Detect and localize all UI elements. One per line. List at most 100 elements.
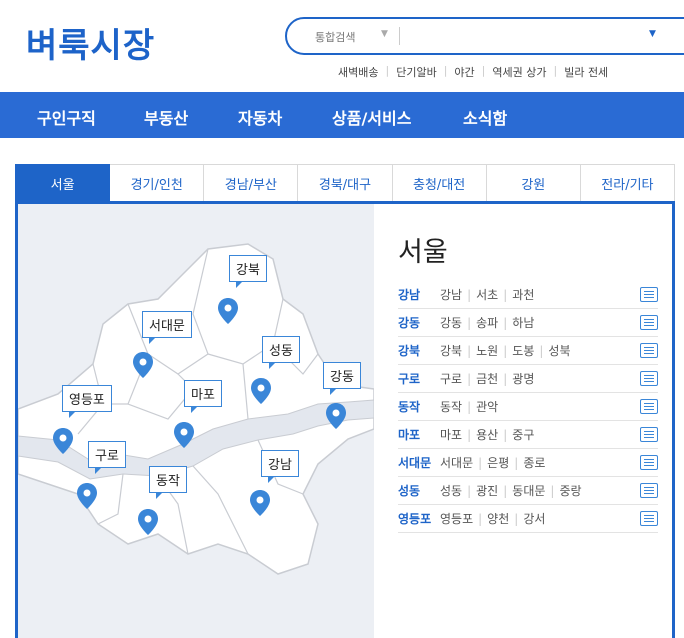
district-sublink[interactable]: 강북 xyxy=(440,344,462,358)
sublink-separator: | xyxy=(514,512,519,526)
map-label-dongjak[interactable]: 동작 xyxy=(149,466,187,499)
map-label-mapo[interactable]: 마포 xyxy=(184,380,222,413)
district-sublinks: 강남 | 서초 | 과천 xyxy=(440,286,534,303)
district-sublinks: 서대문 | 은평 | 종로 xyxy=(440,454,545,471)
search-bar: 통합검색 ▼ ▼ xyxy=(285,17,684,55)
district-sublinks: 강동 | 송파 | 하남 xyxy=(440,314,534,331)
list-view-icon[interactable] xyxy=(640,455,658,470)
nav-item-inbox[interactable]: 소식함 xyxy=(463,105,507,129)
map-label-gangbuk[interactable]: 강북 xyxy=(229,255,267,288)
district-name[interactable]: 강동 xyxy=(398,314,440,331)
tab-seoul[interactable]: 서울 xyxy=(15,164,111,201)
tab-chungcheong-daejeon[interactable]: 충청/대전 xyxy=(392,164,487,201)
quick-link-separator: | xyxy=(385,64,390,77)
district-sublink[interactable]: 구로 xyxy=(440,372,462,386)
quick-link[interactable]: 역세권 상가 xyxy=(492,64,546,80)
quick-link[interactable]: 새벽배송 xyxy=(338,64,378,80)
chevron-down-icon[interactable]: ▼ xyxy=(381,29,388,39)
tab-gyeongnam-busan[interactable]: 경남/부산 xyxy=(204,164,299,201)
sublink-separator: | xyxy=(467,344,472,358)
search-divider xyxy=(399,27,400,45)
nav-item-jobs[interactable]: 구인구직 xyxy=(37,105,96,129)
quick-link[interactable]: 단기알바 xyxy=(396,64,436,80)
quick-link[interactable]: 빌라 전세 xyxy=(564,64,608,80)
district-sublink[interactable]: 중구 xyxy=(512,428,534,442)
quick-link-separator: | xyxy=(553,64,558,77)
city-title: 서울 xyxy=(398,237,448,268)
sublink-separator: | xyxy=(467,288,472,302)
district-row: 강남 강남 | 서초 | 과천 xyxy=(398,281,658,309)
list-view-icon[interactable] xyxy=(640,511,658,526)
nav-item-real-estate[interactable]: 부동산 xyxy=(144,105,188,129)
district-sublink[interactable]: 서초 xyxy=(476,288,498,302)
district-row: 마포 마포 | 용산 | 중구 xyxy=(398,421,658,449)
district-sublink[interactable]: 강남 xyxy=(440,288,462,302)
district-sublink[interactable]: 하남 xyxy=(512,316,534,330)
district-sublink[interactable]: 성동 xyxy=(440,484,462,498)
list-view-icon[interactable] xyxy=(640,343,658,358)
district-row: 강동 강동 | 송파 | 하남 xyxy=(398,309,658,337)
map-label-yeongdeungpo[interactable]: 영등포 xyxy=(62,385,112,418)
district-sublink[interactable]: 관악 xyxy=(476,400,498,414)
district-sublink[interactable]: 은평 xyxy=(487,456,509,470)
search-category-select[interactable]: 통합검색 xyxy=(315,29,355,45)
search-input[interactable] xyxy=(405,25,645,47)
district-sublink[interactable]: 동대문 xyxy=(512,484,545,498)
district-sublink[interactable]: 송파 xyxy=(476,316,498,330)
tab-gyeongbuk-daegu[interactable]: 경북/대구 xyxy=(298,164,393,201)
district-name[interactable]: 구로 xyxy=(398,370,440,387)
district-name[interactable]: 강북 xyxy=(398,342,440,359)
search-dropdown-arrow-icon[interactable]: ▼ xyxy=(649,29,656,39)
list-view-icon[interactable] xyxy=(640,371,658,386)
list-view-icon[interactable] xyxy=(640,287,658,302)
district-row: 강북 강북 | 노원 | 도봉 | 성북 xyxy=(398,337,658,365)
district-sublink[interactable]: 서대문 xyxy=(440,456,473,470)
district-sublink[interactable]: 광진 xyxy=(476,484,498,498)
district-name[interactable]: 마포 xyxy=(398,426,440,443)
district-sublink[interactable]: 노원 xyxy=(476,344,498,358)
district-sublink[interactable]: 중랑 xyxy=(559,484,581,498)
nav-item-cars[interactable]: 자동차 xyxy=(238,105,282,129)
district-sublink[interactable]: 마포 xyxy=(440,428,462,442)
district-sublink[interactable]: 과천 xyxy=(512,288,534,302)
district-sublink[interactable]: 성북 xyxy=(548,344,570,358)
district-name[interactable]: 영등포 xyxy=(398,510,440,527)
sublink-separator: | xyxy=(467,428,472,442)
sublink-separator: | xyxy=(550,484,555,498)
tab-jeolla-etc[interactable]: 전라/기타 xyxy=(580,164,675,201)
quick-link[interactable]: 야간 xyxy=(454,64,474,80)
district-sublinks: 성동 | 광진 | 동대문 | 중랑 xyxy=(440,482,582,499)
district-sublinks: 강북 | 노원 | 도봉 | 성북 xyxy=(440,342,571,359)
list-view-icon[interactable] xyxy=(640,399,658,414)
map-label-guro[interactable]: 구로 xyxy=(88,441,126,474)
map-label-seongdong[interactable]: 성동 xyxy=(262,336,300,369)
district-sublink[interactable]: 강서 xyxy=(523,512,545,526)
map-label-gangnam[interactable]: 강남 xyxy=(261,450,299,483)
district-name[interactable]: 강남 xyxy=(398,286,440,303)
district-sublink[interactable]: 종로 xyxy=(523,456,545,470)
tab-gyeonggi-incheon[interactable]: 경기/인천 xyxy=(110,164,205,201)
district-sublink[interactable]: 강동 xyxy=(440,316,462,330)
tab-gangwon[interactable]: 강원 xyxy=(486,164,581,201)
district-name[interactable]: 동작 xyxy=(398,398,440,415)
map-label-seodaemun[interactable]: 서대문 xyxy=(142,311,192,344)
district-sublink[interactable]: 용산 xyxy=(476,428,498,442)
list-view-icon[interactable] xyxy=(640,315,658,330)
map-label-gangdong[interactable]: 강동 xyxy=(323,362,361,395)
district-sublink[interactable]: 도봉 xyxy=(512,344,534,358)
district-sublink[interactable]: 동작 xyxy=(440,400,462,414)
district-name[interactable]: 서대문 xyxy=(398,454,440,471)
list-view-icon[interactable] xyxy=(640,483,658,498)
district-sublink[interactable]: 영등포 xyxy=(440,512,473,526)
sublink-separator: | xyxy=(503,344,508,358)
district-sublink[interactable]: 금천 xyxy=(476,372,498,386)
district-sublink[interactable]: 광명 xyxy=(512,372,534,386)
district-name[interactable]: 성동 xyxy=(398,482,440,499)
list-view-icon[interactable] xyxy=(640,427,658,442)
district-sublink[interactable]: 양천 xyxy=(487,512,509,526)
sublink-separator: | xyxy=(539,344,544,358)
district-row: 서대문 서대문 | 은평 | 종로 xyxy=(398,449,658,477)
site-logo[interactable]: 벼룩시장 xyxy=(26,18,155,67)
nav-item-goods-services[interactable]: 상품/서비스 xyxy=(332,105,411,129)
district-row: 영등포 영등포 | 양천 | 강서 xyxy=(398,505,658,533)
